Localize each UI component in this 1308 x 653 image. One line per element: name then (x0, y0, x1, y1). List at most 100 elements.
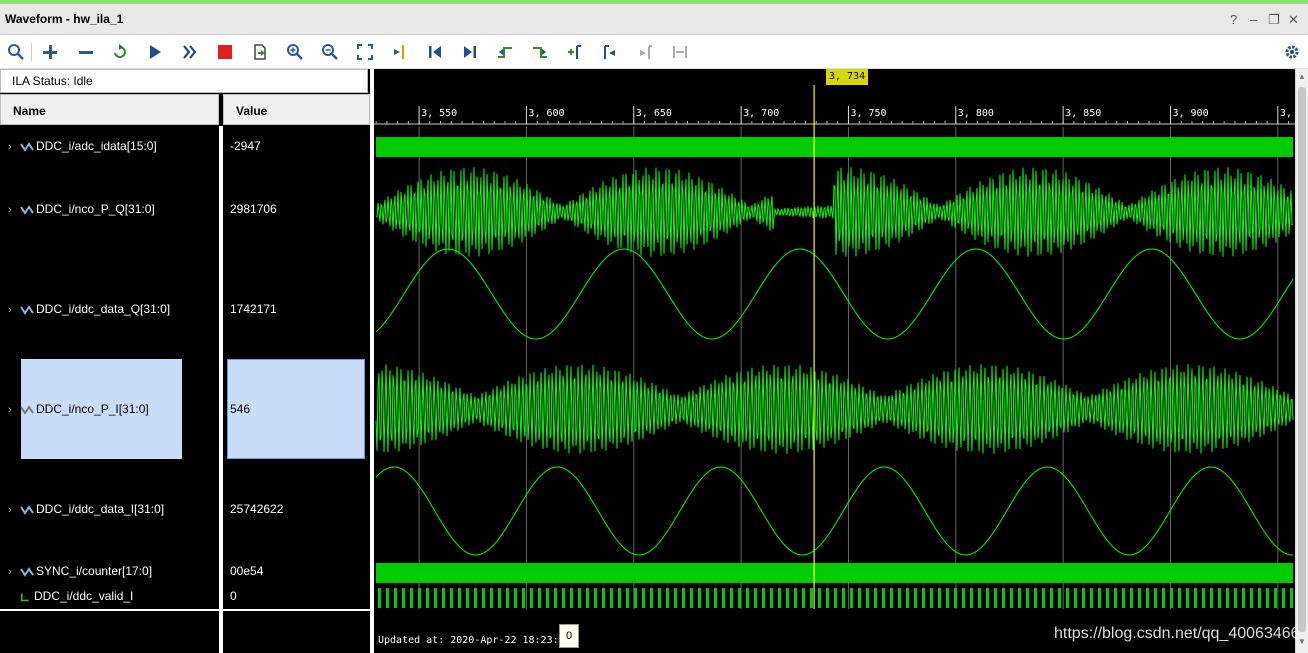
signal-name: DDC_i/nco_P_I[31:0] (36, 402, 149, 416)
bit-pulse-ddc-valid-i (954, 588, 957, 608)
search-icon[interactable] (4, 40, 28, 64)
minus-icon[interactable] (74, 40, 98, 64)
title-bar: Waveform - hw_ila_1 ? – ❐ ✕ (0, 4, 1308, 35)
ila-status: ILA Status: Idle (0, 69, 368, 93)
value-tooltip: 0 (559, 624, 579, 648)
bit-pulse-ddc-valid-i (794, 588, 797, 608)
stop-icon[interactable] (213, 40, 237, 64)
bit-pulse-ddc-valid-i (650, 588, 653, 608)
bit-pulse-ddc-valid-i (1146, 588, 1149, 608)
bit-pulse-ddc-valid-i (1034, 588, 1037, 608)
close-icon[interactable]: ✕ (1288, 12, 1299, 28)
bit-pulse-ddc-valid-i (410, 588, 413, 608)
bit-pulse-ddc-valid-i (394, 588, 397, 608)
window-title: Waveform - hw_ila_1 (5, 12, 124, 26)
next-transition-icon[interactable] (528, 40, 552, 64)
signal-row-ddc-data-q[interactable]: › DDC_i/ddc_data_Q[31:0] (8, 302, 170, 316)
previous-marker-icon[interactable] (598, 40, 622, 64)
signal-row-ddc-data-i[interactable]: › DDC_i/ddc_data_I[31:0] (8, 502, 164, 516)
bit-pulse-ddc-valid-i (778, 588, 781, 608)
bit-pulse-ddc-valid-i (730, 588, 733, 608)
bit-pulse-ddc-valid-i (538, 588, 541, 608)
help-icon[interactable]: ? (1230, 12, 1237, 27)
scroll-up-icon[interactable]: ▲ (1298, 72, 1306, 81)
bit-pulse-ddc-valid-i (466, 588, 469, 608)
name-column-header[interactable]: Name (0, 94, 219, 125)
bit-pulse-ddc-valid-i (378, 588, 381, 608)
goto-cursor-icon[interactable] (388, 40, 412, 64)
bit-pulse-ddc-valid-i (570, 588, 573, 608)
run-immediate-icon[interactable] (178, 40, 202, 64)
bit-pulse-ddc-valid-i (418, 588, 421, 608)
bit-pulse-ddc-valid-i (562, 588, 565, 608)
bit-pulse-ddc-valid-i (914, 588, 917, 608)
bit-pulse-ddc-valid-i (706, 588, 709, 608)
expand-chevron-icon[interactable]: › (8, 204, 20, 216)
bit-pulse-ddc-valid-i (522, 588, 525, 608)
goto-time-zero-icon[interactable] (423, 40, 447, 64)
restore-icon[interactable]: ❐ (1268, 12, 1280, 28)
bit-pulse-ddc-valid-i (602, 588, 605, 608)
bit-pulse-ddc-valid-i (1074, 588, 1077, 608)
previous-transition-icon[interactable] (493, 40, 517, 64)
analog-waveform-ddc-data-q (375, 248, 1294, 340)
expand-chevron-icon[interactable]: › (8, 504, 20, 516)
waveform-toolbar (0, 35, 1308, 69)
swap-cursors-icon[interactable] (668, 40, 692, 64)
next-marker-icon[interactable] (633, 40, 657, 64)
zoom-in-icon[interactable] (283, 40, 307, 64)
zoom-out-icon[interactable] (318, 40, 342, 64)
bit-pulse-ddc-valid-i (882, 588, 885, 608)
ruler-tick-label: 3, 700 (743, 108, 779, 119)
signal-value: 0 (230, 589, 237, 603)
bus-waveform-sync-counter (376, 563, 1293, 583)
bit-pulse-ddc-valid-i (442, 588, 445, 608)
signal-value: 00e54 (230, 564, 264, 578)
settings-gear-icon[interactable] (1280, 40, 1304, 64)
scroll-down-icon[interactable]: ▼ (1298, 637, 1306, 646)
bit-pulse-ddc-valid-i (994, 588, 997, 608)
waveform-plot: 3, 550 3, 600 3, 650 3, 700 3, 750 3, 800 3, 8… (374, 85, 1295, 609)
expand-chevron-icon[interactable]: › (8, 141, 20, 153)
bit-pulse-ddc-valid-i (986, 588, 989, 608)
add-marker-icon[interactable] (563, 40, 587, 64)
refresh-icon[interactable] (108, 40, 132, 64)
signal-row-nco-p-q[interactable]: › DDC_i/nco_P_Q[31:0] (8, 202, 155, 216)
waveform-canvas[interactable]: 3, 550 3, 600 3, 650 3, 700 3, 750 3, 800 3, 8… (374, 69, 1295, 653)
bit-signal-icon (20, 593, 29, 602)
cursor-time-label[interactable]: 3, 734 (826, 69, 869, 85)
run-trigger-icon[interactable] (143, 40, 167, 64)
zoom-fit-icon[interactable] (353, 40, 377, 64)
bit-pulse-ddc-valid-i (802, 588, 805, 608)
goto-last-time-icon[interactable] (458, 40, 482, 64)
bit-pulse-ddc-valid-i (634, 588, 637, 608)
zoom-in-plus-icon[interactable] (38, 40, 62, 64)
minimize-icon[interactable]: – (1250, 12, 1257, 27)
export-icon[interactable] (248, 40, 272, 64)
expand-chevron-icon[interactable]: › (8, 566, 20, 578)
signal-row-adc-idata[interactable]: › DDC_i/adc_idata[15:0] (8, 139, 157, 153)
bit-pulse-ddc-valid-i (530, 588, 533, 608)
vertical-scrollbar[interactable]: ▲ ▼ (1295, 69, 1308, 653)
bit-pulse-ddc-valid-i (1258, 588, 1261, 608)
ruler-tick-label: 3, 900 (1172, 108, 1208, 119)
watermark-text: https://blog.csdn.net/qq_40063466 (1054, 625, 1295, 642)
expand-chevron-icon[interactable]: › (8, 304, 20, 316)
expand-chevron-icon[interactable]: › (8, 404, 20, 416)
bus-icon (20, 505, 34, 515)
signal-row-sync-counter[interactable]: › SYNC_i/counter[17:0] (8, 564, 152, 578)
bit-pulse-ddc-valid-i (618, 588, 621, 608)
bit-pulse-ddc-valid-i (586, 588, 589, 608)
bit-pulse-ddc-valid-i (498, 588, 501, 608)
analog-waveform-ddc-data-i (375, 466, 1293, 556)
signal-row-ddc-valid-i[interactable]: DDC_i/ddc_valid_I (20, 589, 133, 603)
value-column-header[interactable]: Value (223, 94, 370, 125)
scroll-thumb[interactable] (1298, 87, 1306, 632)
bit-pulse-ddc-valid-i (490, 588, 493, 608)
signal-row-nco-p-i[interactable]: › DDC_i/nco_P_I[31:0] (8, 402, 149, 416)
signal-value: 25742622 (230, 502, 284, 516)
bit-pulse-ddc-valid-i (754, 588, 757, 608)
bit-pulse-ddc-valid-i (1018, 588, 1021, 608)
time-ruler (374, 102, 1295, 127)
bit-pulse-ddc-valid-i (850, 588, 853, 608)
